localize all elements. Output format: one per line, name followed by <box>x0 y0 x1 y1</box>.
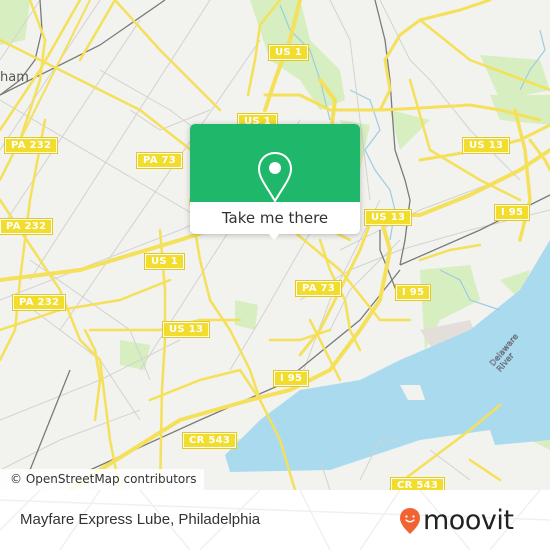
take-me-there-button[interactable]: Take me there <box>190 202 360 234</box>
road-shield-i95: CR 543 <box>181 432 238 449</box>
road-shield-us1: US 1 <box>268 44 309 61</box>
road-shield-i95: I 95 <box>394 284 432 301</box>
road-shield-pa232: PA 232 <box>0 218 54 235</box>
popup-pointer <box>268 233 280 240</box>
moovit-logo[interactable]: moovit <box>399 504 514 538</box>
map-pin-icon <box>257 151 293 203</box>
road-shield-pa232: PA 232 <box>11 294 67 311</box>
road-shield-pa73: PA 73 <box>294 280 343 297</box>
road-shield-i95: I 95 <box>272 370 310 387</box>
road-shield-us13: US 13 <box>461 137 511 154</box>
moovit-wordmark: moovit <box>423 505 514 536</box>
road-shield-us1: US 1 <box>144 253 185 270</box>
footer: Mayfare Express Lube, Philadelphia moovi… <box>0 490 550 550</box>
map-attribution[interactable]: © OpenStreetMap contributors <box>0 469 205 490</box>
moovit-pin-icon <box>400 508 420 534</box>
place-label: ham <box>0 70 29 85</box>
road-shield-i95: I 95 <box>493 204 531 221</box>
location-popup: Take me there <box>190 124 360 240</box>
place-title: Mayfare Express Lube, Philadelphia <box>20 511 261 528</box>
map[interactable]: ham US 1 US 1 PA 232 PA 73 US 13 PA 232 … <box>0 0 550 490</box>
road-shield-us13: US 13 <box>161 321 211 338</box>
road-shield-pa73: PA 73 <box>135 152 184 169</box>
road-shield-us13: US 13 <box>363 209 413 226</box>
map-tiles <box>0 0 550 490</box>
road-shield-pa232: PA 232 <box>3 137 59 154</box>
road-shield-cr543: CR 543 <box>389 477 446 490</box>
popup-header <box>190 124 360 203</box>
